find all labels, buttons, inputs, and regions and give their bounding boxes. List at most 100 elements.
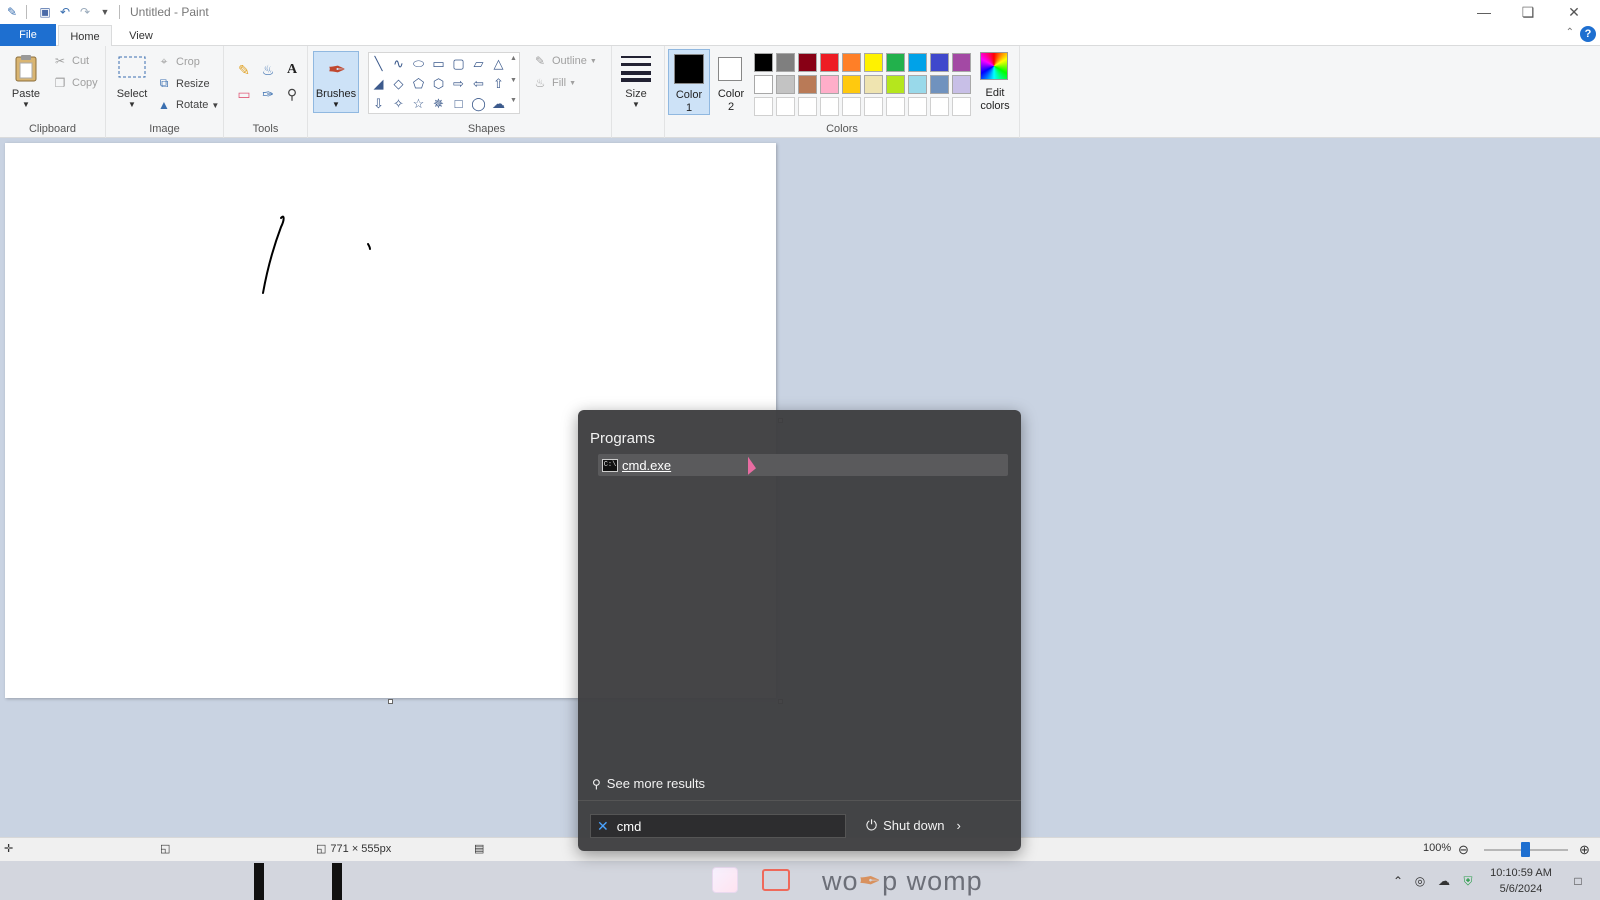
collapse-ribbon-icon[interactable]: ⌃ <box>1566 27 1574 38</box>
six-point-star-shape-icon[interactable]: ✵ <box>429 94 448 113</box>
color1-button[interactable]: Color 1 <box>668 49 710 115</box>
cut-button[interactable]: ✂ Cut <box>52 54 89 68</box>
right-arrow-shape-icon[interactable]: ⇨ <box>449 74 468 93</box>
magnifier-icon[interactable]: ⚲ <box>282 84 302 104</box>
palette-swatch[interactable] <box>930 75 949 94</box>
fill-button[interactable]: ♨ Fill ▼ <box>532 76 576 90</box>
customize-quick-access-icon[interactable]: ▼ <box>97 4 113 20</box>
palette-swatch-empty[interactable] <box>886 97 905 116</box>
palette-swatch[interactable] <box>908 75 927 94</box>
zoom-out-icon[interactable]: ⊖ <box>1458 842 1469 858</box>
rectangle-shape-icon[interactable]: ▭ <box>429 54 448 73</box>
palette-swatch-empty[interactable] <box>930 97 949 116</box>
shapes-scroll-up-icon[interactable]: ▲ <box>510 55 517 62</box>
shapes-scroll-down-icon[interactable]: ▼ <box>510 77 517 84</box>
up-arrow-shape-icon[interactable]: ⇧ <box>489 74 508 93</box>
paste-button[interactable]: Paste ▼ <box>8 52 44 109</box>
five-point-star-shape-icon[interactable]: ☆ <box>409 94 428 113</box>
hexagon-shape-icon[interactable]: ⬡ <box>429 74 448 93</box>
folder-icon[interactable] <box>762 869 790 891</box>
oval-shape-icon[interactable]: ⬭ <box>409 54 428 73</box>
oval-callout-shape-icon[interactable]: ◯ <box>469 94 488 113</box>
diamond-shape-icon[interactable]: ◇ <box>389 74 408 93</box>
shutdown-button[interactable]: ⏻ Shut down › <box>866 817 961 834</box>
down-arrow-shape-icon[interactable]: ⇩ <box>369 94 388 113</box>
security-shield-icon[interactable]: ⛨ <box>1460 873 1476 889</box>
start-search-box[interactable]: ✕ <box>590 814 846 838</box>
taskbar-app-block-1[interactable] <box>254 863 264 900</box>
line-shape-icon[interactable]: ╲ <box>369 54 388 73</box>
palette-swatch[interactable] <box>930 53 949 72</box>
zoom-slider-thumb[interactable] <box>1521 842 1530 857</box>
palette-swatch[interactable] <box>864 53 883 72</box>
palette-swatch[interactable] <box>776 75 795 94</box>
palette-swatch-empty[interactable] <box>754 97 773 116</box>
close-button[interactable]: ✕ <box>1552 0 1596 24</box>
triangle-shape-icon[interactable]: △ <box>489 54 508 73</box>
zoom-in-icon[interactable]: ⊕ <box>1579 842 1590 858</box>
palette-swatch-empty[interactable] <box>798 97 817 116</box>
size-button[interactable]: Size ▼ <box>616 52 656 109</box>
tab-home[interactable]: Home <box>58 25 112 47</box>
polygon-shape-icon[interactable]: ▱ <box>469 54 488 73</box>
four-point-star-shape-icon[interactable]: ✧ <box>389 94 408 113</box>
palette-swatch-empty[interactable] <box>820 97 839 116</box>
palette-swatch[interactable] <box>886 53 905 72</box>
clear-search-icon[interactable]: ✕ <box>597 818 609 835</box>
palette-swatch[interactable] <box>864 75 883 94</box>
palette-swatch[interactable] <box>798 53 817 72</box>
resize-handle-bottom[interactable] <box>388 699 393 704</box>
restore-button[interactable]: ❏ <box>1506 0 1550 24</box>
fill-bucket-icon[interactable]: ♨ <box>258 60 278 80</box>
paint-app-icon[interactable]: ✎ <box>4 4 20 20</box>
minimize-button[interactable]: — <box>1462 0 1506 24</box>
palette-swatch[interactable] <box>952 75 971 94</box>
palette-swatch[interactable] <box>886 75 905 94</box>
palette-swatch[interactable] <box>820 53 839 72</box>
rect-callout-shape-icon[interactable]: □ <box>449 94 468 113</box>
palette-swatch-empty[interactable] <box>864 97 883 116</box>
palette-swatch[interactable] <box>842 75 861 94</box>
palette-swatch[interactable] <box>754 75 773 94</box>
network-icon[interactable]: ◎ <box>1412 873 1428 889</box>
notifications-icon[interactable]: □ <box>1570 873 1586 889</box>
color2-button[interactable]: Color 2 <box>712 49 750 115</box>
rounded-rectangle-shape-icon[interactable]: ▢ <box>449 54 468 73</box>
taskbar-app-icon[interactable] <box>712 867 738 893</box>
save-icon[interactable]: ▣ <box>37 4 53 20</box>
palette-swatch[interactable] <box>908 53 927 72</box>
cloud-callout-shape-icon[interactable]: ☁ <box>489 94 508 113</box>
palette-swatch-empty[interactable] <box>952 97 971 116</box>
palette-swatch[interactable] <box>754 53 773 72</box>
tab-file[interactable]: File <box>0 24 56 46</box>
taskbar-app-block-2[interactable] <box>332 863 342 900</box>
see-more-results-link[interactable]: ⚲ See more results <box>592 776 705 791</box>
palette-swatch[interactable] <box>842 53 861 72</box>
rotate-button[interactable]: ▲ Rotate ▼ <box>156 98 219 112</box>
copy-button[interactable]: ❐ Copy <box>52 76 98 90</box>
shapes-expand-icon[interactable]: ▼ <box>510 97 517 104</box>
redo-icon[interactable]: ↷ <box>77 4 93 20</box>
left-arrow-shape-icon[interactable]: ⇦ <box>469 74 488 93</box>
palette-swatch[interactable] <box>952 53 971 72</box>
crop-button[interactable]: ⌖ Crop <box>156 54 200 69</box>
palette-swatch-empty[interactable] <box>908 97 927 116</box>
brushes-button[interactable]: ✒ Brushes ▼ <box>313 51 359 113</box>
undo-icon[interactable]: ↶ <box>57 4 73 20</box>
start-search-input[interactable] <box>616 818 817 834</box>
outline-button[interactable]: ✎ Outline ▼ <box>532 54 597 68</box>
eraser-icon[interactable]: ▭ <box>234 84 254 104</box>
search-result-cmd[interactable]: C:\ cmd.exe <box>598 454 1008 476</box>
edit-colors-button[interactable]: Edit colors <box>972 50 1018 116</box>
onedrive-icon[interactable]: ☁ <box>1436 873 1452 889</box>
curve-shape-icon[interactable]: ∿ <box>389 54 408 73</box>
palette-swatch[interactable] <box>798 75 817 94</box>
help-icon[interactable]: ? <box>1580 26 1596 42</box>
tab-view[interactable]: View <box>116 25 166 46</box>
palette-swatch[interactable] <box>776 53 795 72</box>
palette-swatch[interactable] <box>820 75 839 94</box>
pentagon-shape-icon[interactable]: ⬠ <box>409 74 428 93</box>
select-button[interactable]: Select ▼ <box>114 52 150 109</box>
shutdown-options-chevron-icon[interactable]: › <box>957 818 961 833</box>
resize-button[interactable]: ⧉ Resize <box>156 76 210 91</box>
